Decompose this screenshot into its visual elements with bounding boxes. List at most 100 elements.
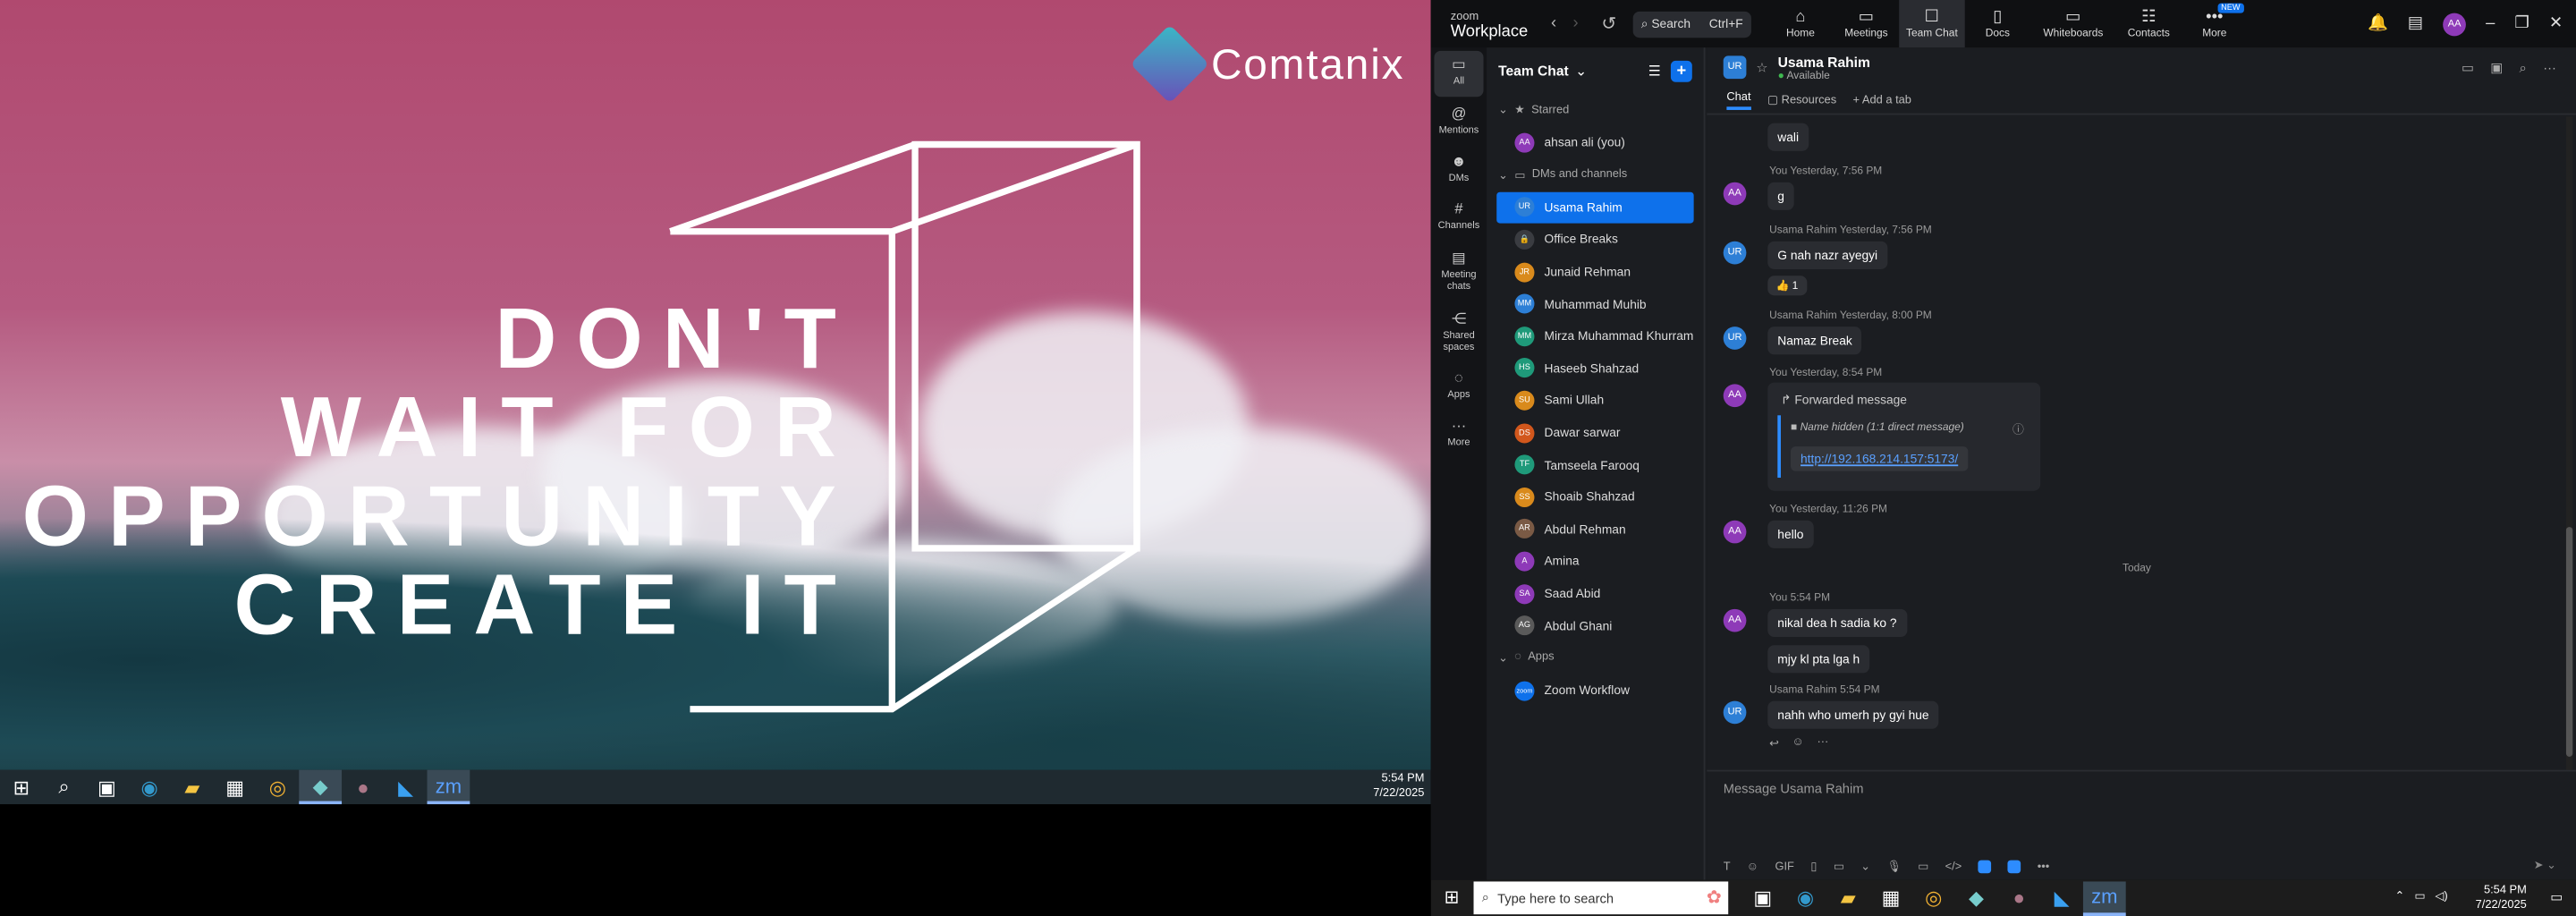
user-avatar[interactable]: AA bbox=[2443, 12, 2467, 36]
scrollbar[interactable] bbox=[2565, 116, 2573, 770]
tab-chat[interactable]: Chat bbox=[1726, 91, 1751, 110]
rail-meeting-chats[interactable]: ▤ Meeting chats bbox=[1431, 243, 1487, 302]
task-view-icon[interactable]: ▣ bbox=[1741, 881, 1784, 916]
list-item[interactable]: HS Haseeb Shahzad bbox=[1496, 352, 1693, 385]
list-item[interactable]: AR Abdul Rehman bbox=[1496, 513, 1693, 546]
mic-icon[interactable]: 🎙 bbox=[1886, 861, 1901, 873]
list-item[interactable]: SU Sami Ullah bbox=[1496, 385, 1693, 417]
emoji-icon[interactable]: ☺ bbox=[1747, 861, 1758, 873]
app-shortcut-icon[interactable] bbox=[1978, 860, 1992, 874]
nav-home[interactable]: ⌂ Home bbox=[1767, 0, 1833, 47]
list-item[interactable]: UR Usama Rahim bbox=[1496, 191, 1694, 224]
more-icon[interactable]: ••• bbox=[2038, 861, 2050, 873]
list-item[interactable]: A Amina bbox=[1496, 545, 1693, 577]
list-item[interactable]: AG Abdul Ghani bbox=[1496, 609, 1693, 641]
video-call-icon[interactable]: ▭ bbox=[2462, 61, 2474, 77]
search-icon[interactable]: ⌕ bbox=[43, 770, 86, 805]
right-clock[interactable]: 5:54 PM 7/22/2025 bbox=[2476, 883, 2527, 912]
app-shortcut-icon[interactable] bbox=[2007, 860, 2021, 874]
nav-docs[interactable]: ▯ Docs bbox=[1965, 0, 2030, 47]
section-starred[interactable]: ⌄ ★ Starred bbox=[1487, 94, 1703, 127]
app-icon[interactable]: ◆ bbox=[1955, 881, 1998, 916]
message-input[interactable]: Message Usama Rahim bbox=[1724, 782, 1864, 797]
calendar-icon[interactable]: ▤ bbox=[2408, 15, 2423, 33]
more-icon[interactable]: ··· bbox=[1817, 737, 1828, 751]
filter-icon[interactable]: ☰ bbox=[1648, 62, 1661, 80]
new-chat-button[interactable]: + bbox=[1670, 59, 1692, 81]
gif-icon[interactable]: GIF bbox=[1775, 861, 1793, 873]
chevron-down-icon[interactable]: ⌄ bbox=[1860, 861, 1870, 873]
rail-shared-spaces[interactable]: ⋲ Shared spaces bbox=[1431, 303, 1487, 362]
store-icon[interactable]: ▦ bbox=[214, 770, 257, 805]
list-item[interactable]: TF Tamseela Farooq bbox=[1496, 449, 1693, 481]
chat-title[interactable]: Usama Rahim bbox=[1778, 54, 1870, 70]
vscode-icon[interactable]: ◣ bbox=[385, 770, 428, 805]
file-explorer-icon[interactable]: ▰ bbox=[1826, 881, 1869, 916]
chevron-down-icon[interactable]: ⌄ bbox=[1575, 62, 1587, 80]
forwarded-message[interactable]: ↱ Forwarded message ■ Name hidden (1:1 d… bbox=[1767, 382, 2041, 491]
list-item[interactable]: AA ahsan ali (you) bbox=[1496, 126, 1693, 158]
minimize-icon[interactable]: – bbox=[2486, 15, 2495, 33]
tab-resources[interactable]: ▢ Resources bbox=[1767, 94, 1836, 106]
rail-all[interactable]: ▭ All bbox=[1434, 50, 1484, 98]
rail-mentions[interactable]: @ Mentions bbox=[1431, 100, 1487, 146]
nav-contacts[interactable]: ☷ Contacts bbox=[2116, 0, 2182, 47]
bell-icon[interactable]: 🔔 bbox=[2368, 15, 2388, 33]
github-icon[interactable]: ● bbox=[1997, 881, 2040, 916]
chrome-icon[interactable]: ◎ bbox=[257, 770, 300, 805]
nav-more[interactable]: NEW ••• More bbox=[2182, 0, 2247, 47]
zoom-taskbar-icon[interactable]: zm bbox=[2082, 880, 2126, 916]
star-outline-icon[interactable]: ☆ bbox=[1756, 60, 1767, 75]
list-item[interactable]: MM Mirza Muhammad Khurram bbox=[1496, 320, 1693, 352]
vscode-icon[interactable]: ◣ bbox=[2040, 881, 2083, 916]
link[interactable]: http://192.168.214.157:5173/ bbox=[1791, 446, 1969, 471]
rail-channels[interactable]: # Channels bbox=[1431, 195, 1487, 241]
close-icon[interactable]: ✕ bbox=[2549, 15, 2563, 33]
code-icon[interactable]: </> bbox=[1945, 861, 1962, 873]
tab-add[interactable]: + Add a tab bbox=[1853, 95, 1911, 106]
section-dms[interactable]: ⌄ ▭ DMs and channels bbox=[1487, 158, 1703, 191]
restore-icon[interactable]: ❐ bbox=[2514, 15, 2529, 33]
zoom-taskbar-icon[interactable]: zm bbox=[427, 769, 470, 805]
list-item[interactable]: SS Shoaib Shahzad bbox=[1496, 481, 1693, 513]
reaction-badge[interactable]: 👍 1 bbox=[1767, 276, 1807, 296]
rail-dms[interactable]: ☻ DMs bbox=[1431, 148, 1487, 193]
video-message-icon[interactable]: ▭ bbox=[1918, 861, 1928, 873]
list-item[interactable]: 🔒 Office Breaks bbox=[1496, 224, 1693, 256]
list-item[interactable]: SA Saad Abid bbox=[1496, 577, 1693, 609]
list-item[interactable]: MM Muhammad Muhib bbox=[1496, 288, 1693, 320]
edge-icon[interactable]: ◉ bbox=[128, 770, 171, 805]
section-apps[interactable]: ⌄ ◌ Apps bbox=[1487, 641, 1703, 674]
history-icon[interactable]: ↺ bbox=[1601, 13, 1616, 35]
emoji-reaction-icon[interactable]: ☺ bbox=[1792, 737, 1804, 751]
windows-start-icon[interactable]: ⊞ bbox=[1444, 886, 1459, 908]
more-icon[interactable]: ··· bbox=[2543, 61, 2556, 77]
forward-arrow-icon[interactable]: › bbox=[1572, 15, 1578, 33]
list-item[interactable]: zoom Zoom Workflow bbox=[1496, 674, 1693, 707]
notification-icon[interactable]: ▭ bbox=[2550, 890, 2563, 905]
message-composer[interactable]: Message Usama Rahim T ☺ GIF ▯ ▭ ⌄ 🎙 ▭ </… bbox=[1707, 769, 2576, 880]
file-explorer-icon[interactable]: ▰ bbox=[171, 770, 214, 805]
search-icon[interactable]: ⌕ bbox=[2520, 61, 2527, 77]
github-icon[interactable]: ● bbox=[342, 770, 385, 805]
app-icon[interactable]: ◆ bbox=[299, 769, 343, 805]
network-icon[interactable]: ▭ bbox=[2414, 890, 2425, 903]
screenshot-icon[interactable]: ▭ bbox=[1834, 861, 1844, 873]
list-item[interactable]: JR Junaid Rehman bbox=[1496, 256, 1693, 288]
store-icon[interactable]: ▦ bbox=[1869, 881, 1912, 916]
rail-apps[interactable]: ◌ Apps bbox=[1431, 364, 1487, 410]
info-icon[interactable]: ⓘ bbox=[2012, 422, 2024, 438]
nav-whiteboards[interactable]: ▭ Whiteboards bbox=[2030, 0, 2116, 47]
text-format-icon[interactable]: T bbox=[1724, 861, 1731, 873]
chevron-up-icon[interactable]: ⌃ bbox=[2395, 890, 2405, 903]
reply-icon[interactable]: ↩ bbox=[1769, 737, 1779, 751]
file-icon[interactable]: ▯ bbox=[1810, 861, 1817, 873]
windows-start-icon[interactable]: ⊞ bbox=[0, 770, 43, 805]
search-box[interactable]: ⌕ Search Ctrl+F bbox=[1632, 10, 1751, 38]
send-icon[interactable]: ➤ ⌄ bbox=[2534, 859, 2556, 872]
taskbar-search[interactable]: ⌕ Type here to search ✿ bbox=[1473, 881, 1729, 915]
nav-meetings[interactable]: ▭ Meetings bbox=[1834, 0, 1899, 47]
chrome-icon[interactable]: ◎ bbox=[1912, 881, 1955, 916]
rail-more[interactable]: ··· More bbox=[1431, 412, 1487, 458]
volume-icon[interactable]: ◁) bbox=[2436, 890, 2448, 903]
